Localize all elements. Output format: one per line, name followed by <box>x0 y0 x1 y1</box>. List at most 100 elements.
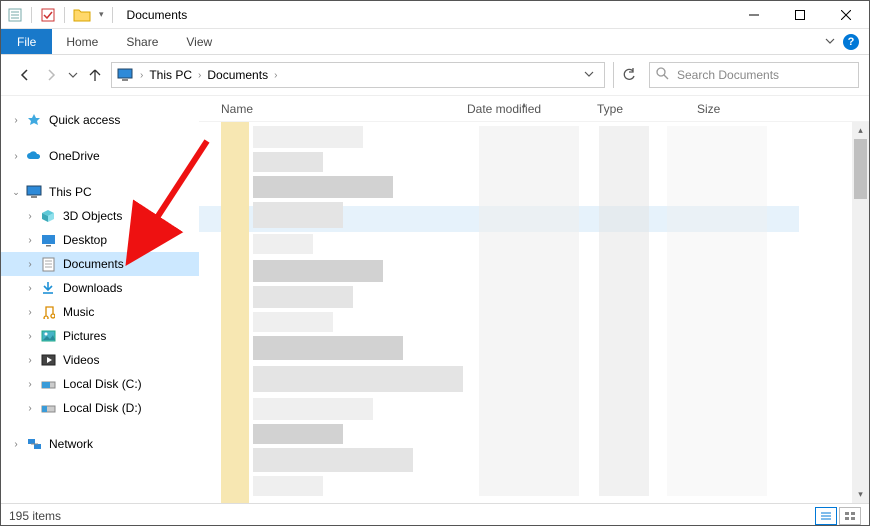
qat-dropdown-icon[interactable]: ▾ <box>99 9 104 20</box>
address-bar[interactable]: › This PC › Documents › <box>111 62 605 88</box>
tree-label: Desktop <box>63 233 107 247</box>
help-button[interactable]: ? <box>843 34 859 50</box>
ribbon: File Home Share View ? <box>1 29 869 55</box>
drive-icon <box>39 376 57 392</box>
separator <box>112 7 113 23</box>
document-icon <box>39 256 57 272</box>
chevron-right-icon[interactable]: › <box>272 70 279 81</box>
cube-icon <box>39 208 57 224</box>
tree-3d-objects[interactable]: › 3D Objects <box>1 204 199 228</box>
expander-icon[interactable]: › <box>23 379 37 390</box>
column-headers: Name ▴ Date modified Type Size <box>199 96 869 122</box>
expander-icon[interactable]: › <box>9 115 23 126</box>
tree-downloads[interactable]: › Downloads <box>1 276 199 300</box>
tree-label: Network <box>49 437 93 451</box>
breadcrumb-documents[interactable]: Documents <box>203 68 272 82</box>
cloud-icon <box>25 148 43 164</box>
minimize-button[interactable] <box>731 1 777 29</box>
quick-access-toolbar: ▾ <box>1 7 121 23</box>
star-icon <box>25 112 43 128</box>
file-tab[interactable]: File <box>1 29 52 54</box>
desktop-icon <box>39 232 57 248</box>
status-item-count: 195 items <box>9 509 61 523</box>
expander-collapse-icon[interactable]: ⌄ <box>9 187 23 198</box>
vertical-scrollbar[interactable]: ▴ ▾ <box>852 122 869 503</box>
chevron-right-icon[interactable]: › <box>138 70 145 81</box>
scroll-up-icon[interactable]: ▴ <box>852 122 869 139</box>
tree-label: Music <box>63 305 94 319</box>
column-type[interactable]: Type <box>589 102 689 116</box>
tree-onedrive[interactable]: › OneDrive <box>1 144 199 168</box>
expander-icon[interactable]: › <box>23 283 37 294</box>
chevron-right-icon[interactable]: › <box>196 70 203 81</box>
tab-view[interactable]: View <box>172 29 226 54</box>
view-large-icons-button[interactable] <box>839 507 861 525</box>
separator <box>64 7 65 23</box>
column-size[interactable]: Size <box>689 102 779 116</box>
pictures-icon <box>39 328 57 344</box>
navigation-pane: › Quick access › OneDrive ⌄ This PC › <box>1 96 199 503</box>
checkbox-icon[interactable] <box>40 7 56 23</box>
column-name[interactable]: Name <box>199 102 459 116</box>
tree-disk-c[interactable]: › Local Disk (C:) <box>1 372 199 396</box>
refresh-button[interactable] <box>613 62 643 88</box>
maximize-button[interactable] <box>777 1 823 29</box>
scroll-thumb[interactable] <box>854 139 867 199</box>
music-icon <box>39 304 57 320</box>
file-list[interactable]: ▴ ▾ <box>199 122 869 503</box>
tree-label: Local Disk (C:) <box>63 377 142 391</box>
expander-icon[interactable]: › <box>23 211 37 222</box>
tree-quick-access[interactable]: › Quick access <box>1 108 199 132</box>
tree-label: OneDrive <box>49 149 100 163</box>
tree-music[interactable]: › Music <box>1 300 199 324</box>
view-details-button[interactable] <box>815 507 837 525</box>
tree-label: This PC <box>49 185 92 199</box>
tree-label: Downloads <box>63 281 122 295</box>
tree-this-pc[interactable]: ⌄ This PC <box>1 180 199 204</box>
navigation-bar: › This PC › Documents › Search Documents <box>1 55 869 95</box>
tree-label: Documents <box>63 257 124 271</box>
tree-label: Videos <box>63 353 99 367</box>
tree-label: Pictures <box>63 329 106 343</box>
properties-icon[interactable] <box>7 7 23 23</box>
expander-icon[interactable]: › <box>9 151 23 162</box>
tree-pictures[interactable]: › Pictures <box>1 324 199 348</box>
tree-desktop[interactable]: › Desktop <box>1 228 199 252</box>
expander-icon[interactable]: › <box>23 331 37 342</box>
close-button[interactable] <box>823 1 869 29</box>
ribbon-expand-icon[interactable] <box>825 35 835 49</box>
window-title: Documents <box>127 8 188 22</box>
back-button[interactable] <box>15 65 35 85</box>
up-button[interactable] <box>85 65 105 85</box>
expander-icon[interactable]: › <box>23 307 37 318</box>
tree-label: Local Disk (D:) <box>63 401 142 415</box>
main-area: › Quick access › OneDrive ⌄ This PC › <box>1 95 869 503</box>
tree-documents[interactable]: › Documents <box>1 252 199 276</box>
column-date-modified[interactable]: ▴ Date modified <box>459 102 589 116</box>
drive-icon <box>39 400 57 416</box>
breadcrumb-this-pc[interactable]: This PC <box>145 68 196 82</box>
tree-network[interactable]: › Network <box>1 432 199 456</box>
title-bar: ▾ Documents <box>1 1 869 29</box>
forward-button[interactable] <box>41 65 61 85</box>
tree-label: 3D Objects <box>63 209 122 223</box>
tree-label: Quick access <box>49 113 120 127</box>
tab-share[interactable]: Share <box>112 29 172 54</box>
expander-icon[interactable]: › <box>23 403 37 414</box>
tree-disk-d[interactable]: › Local Disk (D:) <box>1 396 199 420</box>
expander-icon[interactable]: › <box>23 355 37 366</box>
sort-ascending-icon: ▴ <box>522 100 526 109</box>
recent-locations-button[interactable] <box>67 65 79 85</box>
address-dropdown-icon[interactable] <box>578 68 600 82</box>
tree-videos[interactable]: › Videos <box>1 348 199 372</box>
expander-icon[interactable]: › <box>23 259 37 270</box>
expander-icon[interactable]: › <box>9 439 23 450</box>
status-bar: 195 items <box>1 503 869 527</box>
tab-home[interactable]: Home <box>52 29 112 54</box>
expander-icon[interactable]: › <box>23 235 37 246</box>
search-box[interactable]: Search Documents <box>649 62 859 88</box>
search-placeholder: Search Documents <box>677 68 779 82</box>
scroll-down-icon[interactable]: ▾ <box>852 486 869 503</box>
videos-icon <box>39 352 57 368</box>
separator <box>31 7 32 23</box>
